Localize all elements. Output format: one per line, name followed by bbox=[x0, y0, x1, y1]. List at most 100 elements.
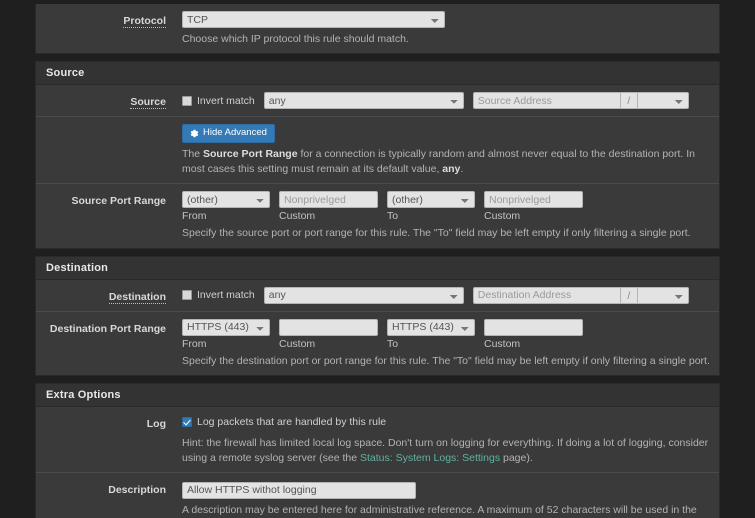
source-advanced-help-prefix: The bbox=[182, 148, 203, 160]
panel-protocol-body: Protocol TCP Choose which IP protocol th… bbox=[36, 4, 719, 53]
source-port-range-control-line: (other) (other) bbox=[182, 191, 711, 208]
destination-cidr-slash: / bbox=[621, 287, 637, 304]
destination-type-select[interactable]: any bbox=[264, 287, 464, 304]
source-invert-label: Invert match bbox=[197, 95, 255, 107]
protocol-help: Choose which IP protocol this rule shoul… bbox=[182, 32, 711, 46]
panel-extra-options-body: Log Log packets that are handled by this… bbox=[36, 407, 719, 518]
system-logs-settings-link[interactable]: Status: System Logs: Settings bbox=[360, 452, 500, 464]
source-content: Invert match any / bbox=[176, 92, 711, 109]
source-port-range-content: (other) (other) From Custom To Custom bbox=[176, 191, 711, 240]
log-packets-checkbox-box[interactable] bbox=[182, 417, 192, 427]
source-port-from-sublabel: From bbox=[182, 210, 270, 222]
destination-port-range-label-cell: Destination Port Range bbox=[36, 319, 176, 335]
source-address-group: / bbox=[473, 92, 689, 109]
log-hint: Hint: the firewall has limited local log… bbox=[182, 436, 711, 465]
destination-invert-label: Invert match bbox=[197, 289, 255, 301]
source-control-line: Invert match any / bbox=[182, 92, 711, 109]
destination-port-custom1-sublabel: Custom bbox=[279, 338, 378, 350]
gear-icon bbox=[190, 129, 199, 138]
row-source-port-range: Source Port Range (other) (other) bbox=[36, 184, 719, 247]
destination-port-from-select[interactable]: HTTPS (443) bbox=[182, 319, 270, 336]
row-protocol: Protocol TCP Choose which IP protocol th… bbox=[36, 4, 719, 53]
destination-port-custom2-sublabel: Custom bbox=[484, 338, 583, 350]
destination-port-sublabels: From Custom To Custom bbox=[182, 338, 711, 350]
destination-port-to-sublabel: To bbox=[387, 338, 475, 350]
description-input[interactable] bbox=[182, 482, 416, 499]
source-invert-checkbox-box[interactable] bbox=[182, 96, 192, 106]
source-port-to-sublabel: To bbox=[387, 210, 475, 222]
protocol-select[interactable]: TCP bbox=[182, 11, 445, 28]
description-label: Description bbox=[108, 484, 166, 496]
destination-label: Destination bbox=[109, 291, 166, 304]
source-label-cell: Source bbox=[36, 92, 176, 108]
firewall-rule-edit-page: Protocol TCP Choose which IP protocol th… bbox=[0, 4, 755, 518]
destination-port-from-sublabel: From bbox=[182, 338, 270, 350]
log-hint-after: page). bbox=[500, 452, 533, 464]
protocol-label-cell: Protocol bbox=[36, 11, 176, 27]
description-label-cell: Description bbox=[36, 480, 176, 496]
source-port-sublabels: From Custom To Custom bbox=[182, 210, 711, 222]
source-port-range-help: Specify the source port or port range fo… bbox=[182, 226, 711, 240]
destination-control-line: Invert match any / bbox=[182, 287, 711, 304]
destination-port-range-help: Specify the destination port or port ran… bbox=[182, 354, 711, 368]
log-label-cell: Log bbox=[36, 414, 176, 430]
destination-address-input[interactable] bbox=[473, 287, 621, 304]
source-advanced-help-suffix: . bbox=[460, 163, 463, 175]
destination-address-group: / bbox=[473, 287, 689, 304]
log-packets-checkbox[interactable]: Log packets that are handled by this rul… bbox=[182, 416, 386, 428]
source-port-range-label: Source Port Range bbox=[71, 195, 166, 207]
panel-destination-body: Destination Invert match any / bbox=[36, 280, 719, 375]
source-advanced-help: The Source Port Range for a connection i… bbox=[182, 147, 711, 176]
panel-source: Source Source Invert match any bbox=[35, 61, 720, 248]
protocol-content: TCP Choose which IP protocol this rule s… bbox=[176, 11, 711, 46]
source-port-to-custom-input[interactable] bbox=[484, 191, 583, 208]
source-advanced-label-cell bbox=[36, 124, 176, 128]
destination-port-range-content: HTTPS (443) HTTPS (443) From Custom To C… bbox=[176, 319, 711, 368]
panel-protocol: Protocol TCP Choose which IP protocol th… bbox=[35, 4, 720, 54]
protocol-label: Protocol bbox=[123, 15, 166, 28]
destination-port-to-custom-input[interactable] bbox=[484, 319, 583, 336]
destination-port-range-control-line: HTTPS (443) HTTPS (443) bbox=[182, 319, 711, 336]
source-port-to-select[interactable]: (other) bbox=[387, 191, 475, 208]
source-port-custom1-sublabel: Custom bbox=[279, 210, 378, 222]
destination-invert-checkbox-box[interactable] bbox=[182, 290, 192, 300]
row-description: Description A description may be entered… bbox=[36, 473, 719, 518]
hide-advanced-button[interactable]: Hide Advanced bbox=[182, 124, 275, 142]
source-port-range-label-cell: Source Port Range bbox=[36, 191, 176, 207]
destination-content: Invert match any / bbox=[176, 287, 711, 304]
source-invert-match-checkbox[interactable]: Invert match bbox=[182, 95, 255, 107]
source-advanced-content: Hide Advanced The Source Port Range for … bbox=[176, 124, 711, 176]
row-log: Log Log packets that are handled by this… bbox=[36, 407, 719, 473]
row-source-advanced-toggle: Hide Advanced The Source Port Range for … bbox=[36, 117, 719, 184]
destination-heading: Destination bbox=[36, 257, 719, 280]
source-type-select[interactable]: any bbox=[264, 92, 464, 109]
destination-port-to-select[interactable]: HTTPS (443) bbox=[387, 319, 475, 336]
row-destination-port-range: Destination Port Range HTTPS (443) HTTPS… bbox=[36, 312, 719, 375]
destination-mask-select[interactable] bbox=[637, 287, 689, 304]
row-destination: Destination Invert match any / bbox=[36, 280, 719, 312]
source-port-custom2-sublabel: Custom bbox=[484, 210, 583, 222]
source-address-input[interactable] bbox=[473, 92, 621, 109]
hide-advanced-button-label: Hide Advanced bbox=[203, 128, 267, 138]
source-label: Source bbox=[130, 96, 166, 109]
source-mask-select[interactable] bbox=[637, 92, 689, 109]
row-source: Source Invert match any / bbox=[36, 85, 719, 117]
log-packets-label: Log packets that are handled by this rul… bbox=[197, 416, 386, 428]
description-content: A description may be entered here for ad… bbox=[176, 480, 711, 518]
panel-extra-options: Extra Options Log Log packets that are h… bbox=[35, 383, 720, 518]
source-port-from-custom-input[interactable] bbox=[279, 191, 378, 208]
source-advanced-help-bold2: any bbox=[442, 163, 460, 175]
source-cidr-slash: / bbox=[621, 92, 637, 109]
destination-port-from-custom-input[interactable] bbox=[279, 319, 378, 336]
source-heading: Source bbox=[36, 62, 719, 85]
source-port-from-select[interactable]: (other) bbox=[182, 191, 270, 208]
destination-label-cell: Destination bbox=[36, 287, 176, 303]
destination-invert-match-checkbox[interactable]: Invert match bbox=[182, 289, 255, 301]
description-help: A description may be entered here for ad… bbox=[182, 503, 711, 518]
log-label: Log bbox=[147, 418, 166, 430]
panel-source-body: Source Invert match any / bbox=[36, 85, 719, 247]
log-content: Log packets that are handled by this rul… bbox=[176, 414, 711, 465]
extra-options-heading: Extra Options bbox=[36, 384, 719, 407]
source-advanced-help-bold: Source Port Range bbox=[203, 148, 298, 160]
protocol-control-line: TCP bbox=[182, 11, 711, 28]
